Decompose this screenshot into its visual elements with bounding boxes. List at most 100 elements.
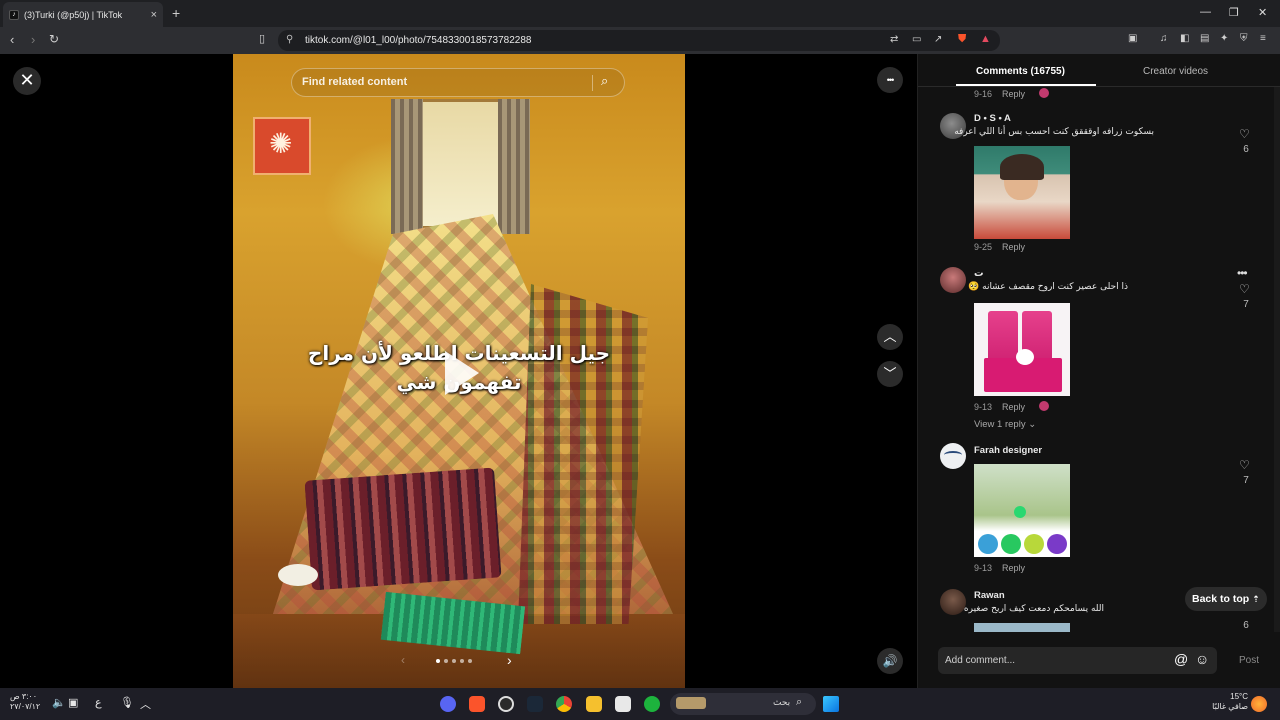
more-options-button[interactable]: ••• bbox=[877, 67, 903, 93]
windows-start-icon[interactable] bbox=[823, 696, 839, 712]
comment-placeholder: Add comment... bbox=[945, 655, 1016, 666]
like-heart-icon[interactable]: ♡ bbox=[1239, 127, 1250, 141]
bookmark-icon[interactable]: ▯ bbox=[259, 32, 265, 45]
media-icon[interactable]: ♫ bbox=[1160, 33, 1168, 44]
search-divider bbox=[592, 75, 593, 91]
photo-slide[interactable]: Find related content ⌕ جيل التسعينات اطل… bbox=[233, 54, 685, 688]
chevron-up-icon[interactable]: ︿ bbox=[140, 696, 151, 712]
comment-username[interactable]: Rawan bbox=[974, 590, 1005, 601]
address-bar[interactable]: ⚲ tiktok.com/@l01_l00/photo/754833001857… bbox=[278, 30, 1000, 51]
back-arrow-icon[interactable]: ‹ bbox=[10, 32, 14, 47]
obs-icon[interactable] bbox=[498, 696, 514, 712]
microphone-icon[interactable]: 🎙 bbox=[120, 696, 134, 709]
comment-image[interactable] bbox=[974, 464, 1070, 557]
comment-more-icon[interactable]: ••• bbox=[1237, 266, 1248, 280]
arrow-up-icon: ⇡ bbox=[1252, 594, 1260, 604]
leo-ai-icon[interactable]: ✦ bbox=[1220, 33, 1228, 44]
taskbar-search[interactable]: بحث ⌕ bbox=[670, 693, 816, 715]
like-count: 7 bbox=[1243, 299, 1249, 310]
file-explorer-icon[interactable] bbox=[586, 696, 602, 712]
menu-icon[interactable]: ≡ bbox=[1260, 33, 1266, 44]
comment-image[interactable] bbox=[974, 146, 1070, 239]
avatar[interactable] bbox=[940, 443, 966, 469]
xbox-icon[interactable] bbox=[644, 696, 660, 712]
wallet-icon[interactable]: ▤ bbox=[1200, 33, 1209, 44]
mention-icon[interactable]: @ bbox=[1174, 651, 1188, 667]
discord-icon[interactable] bbox=[440, 696, 456, 712]
sidebar-toggle-icon[interactable]: ▣ bbox=[1128, 33, 1137, 44]
comment-date: 9-16 bbox=[974, 89, 993, 99]
slide-dot[interactable] bbox=[468, 659, 472, 663]
view-replies-label: View 1 reply bbox=[974, 419, 1026, 430]
panel-tabs: Comments (16755) Creator videos bbox=[918, 54, 1280, 87]
like-heart-icon[interactable]: ♡ bbox=[1239, 282, 1250, 296]
share-icon[interactable]: ↗ bbox=[934, 34, 942, 45]
avatar[interactable] bbox=[940, 267, 966, 293]
slide-dot[interactable] bbox=[444, 659, 448, 663]
cast-icon[interactable]: ▭ bbox=[912, 34, 921, 45]
input-language[interactable]: ع bbox=[95, 696, 102, 709]
add-comment-input[interactable]: Add comment... @ ☺ bbox=[938, 647, 1217, 674]
slide-dot[interactable] bbox=[436, 659, 440, 663]
site-settings-icon[interactable]: ⚲ bbox=[286, 34, 293, 45]
search-input[interactable]: Find related content bbox=[302, 76, 407, 88]
new-tab-button[interactable]: + bbox=[172, 5, 180, 21]
brave-shields-icon[interactable]: ⛊ bbox=[958, 33, 966, 46]
back-to-top-button[interactable]: Back to top ⇡ bbox=[1185, 587, 1267, 611]
comment-username[interactable]: D • S • A bbox=[974, 113, 1011, 124]
translate-icon[interactable]: ⇄ bbox=[890, 34, 898, 45]
ball-shape bbox=[1001, 534, 1021, 554]
play-icon[interactable] bbox=[445, 351, 479, 395]
maximize-window-button[interactable]: ❐ bbox=[1229, 6, 1239, 19]
brave-rewards-icon[interactable]: ▲ bbox=[980, 33, 991, 45]
avatar[interactable] bbox=[940, 589, 966, 615]
steam-icon[interactable] bbox=[527, 696, 543, 712]
speaker-icon[interactable]: 🔈 bbox=[52, 696, 66, 709]
vpn-icon[interactable]: ⛨ bbox=[1240, 33, 1248, 44]
brave-browser-icon[interactable] bbox=[469, 696, 485, 712]
store-icon[interactable] bbox=[615, 696, 631, 712]
hair-shape bbox=[1000, 154, 1044, 180]
reply-button[interactable]: Reply bbox=[1002, 89, 1025, 99]
network-icon[interactable]: ▣ bbox=[68, 696, 78, 709]
volume-icon[interactable]: 🔊 bbox=[877, 648, 903, 674]
ball-shape bbox=[1024, 534, 1044, 554]
reply-button[interactable]: Reply bbox=[1002, 402, 1025, 412]
close-window-button[interactable]: ✕ bbox=[1258, 6, 1267, 19]
find-related-search[interactable]: Find related content ⌕ bbox=[291, 68, 625, 97]
view-replies-button[interactable]: View 1 reply ⌄ bbox=[974, 419, 1036, 430]
reading-list-icon[interactable]: ◧ bbox=[1180, 33, 1189, 44]
creator-liked-avatar bbox=[1039, 88, 1050, 98]
previous-post-chevron-up-icon[interactable]: ︿ bbox=[877, 324, 903, 350]
search-icon[interactable]: ⌕ bbox=[601, 73, 608, 89]
comment-image[interactable] bbox=[974, 303, 1070, 396]
tab-comments[interactable]: Comments (16755) bbox=[976, 66, 1065, 77]
chrome-icon[interactable] bbox=[556, 696, 572, 712]
comment-image[interactable] bbox=[974, 623, 1070, 632]
next-post-chevron-down-icon[interactable]: ﹀ bbox=[877, 361, 903, 387]
previous-slide-icon[interactable]: ‹ bbox=[401, 653, 405, 667]
slide-dot[interactable] bbox=[452, 659, 456, 663]
slide-dot[interactable] bbox=[460, 659, 464, 663]
like-heart-icon[interactable]: ♡ bbox=[1239, 458, 1250, 472]
browser-tab[interactable]: ♪ (3)Turki (@p50j) | TikTok × bbox=[3, 2, 163, 27]
next-slide-icon[interactable]: › bbox=[507, 652, 512, 668]
tab-creator-videos[interactable]: Creator videos bbox=[1143, 66, 1208, 77]
plaid-blanket-image bbox=[518, 284, 648, 624]
reply-button[interactable]: Reply bbox=[1002, 242, 1025, 252]
close-viewer-button[interactable]: ✕ bbox=[13, 67, 41, 95]
comment-username[interactable]: Farah designer bbox=[974, 445, 1042, 456]
system-clock[interactable]: ٣:٠٠ ص ٢٧/٠٧/١٢ bbox=[10, 692, 40, 712]
minimize-window-button[interactable]: — bbox=[1200, 6, 1211, 18]
comment-meta: 9-16 Reply bbox=[974, 88, 1050, 99]
tab-title: (3)Turki (@p50j) | TikTok bbox=[24, 9, 123, 20]
post-button[interactable]: Post bbox=[1239, 655, 1259, 666]
weather-widget[interactable]: 15°C صافي غالبًا bbox=[1210, 692, 1248, 712]
comments-scrollbar[interactable] bbox=[1274, 87, 1280, 632]
emoji-icon[interactable]: ☺ bbox=[1195, 651, 1209, 667]
comment-username[interactable]: ت bbox=[974, 268, 984, 279]
forward-arrow-icon[interactable]: › bbox=[31, 32, 35, 47]
close-tab-icon[interactable]: × bbox=[151, 9, 157, 21]
reply-button[interactable]: Reply bbox=[1002, 563, 1025, 573]
reload-icon[interactable]: ↻ bbox=[49, 32, 59, 46]
